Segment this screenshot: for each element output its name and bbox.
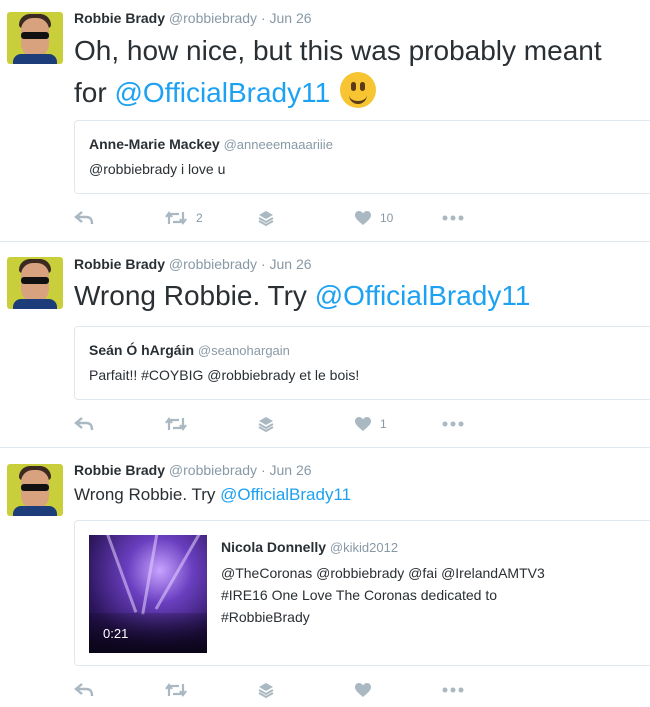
heart-icon (355, 683, 371, 697)
mention-link[interactable]: @OfficialBrady11 (114, 77, 330, 108)
tweet-text-prefix: Wrong Robbie. Try (74, 280, 315, 311)
quote-text-line: #IRE16 One Love The Coronas dedicated to (221, 587, 498, 603)
tweet-text-line-1: Oh, how nice, but this was probably mean… (74, 35, 602, 66)
like-count: 10 (380, 211, 394, 225)
more-button[interactable] (442, 680, 464, 700)
heart-icon (355, 417, 371, 431)
separator-dot: · (260, 462, 266, 478)
quote-header: Seán Ó hArgáin @seanohargain (89, 342, 290, 358)
quote-author-handle: @kikid2012 (329, 540, 399, 555)
tweet-text: Wrong Robbie. Try @OfficialBrady11 (74, 278, 530, 314)
stack-icon (258, 211, 274, 227)
like-button[interactable]: 1 (354, 414, 387, 434)
more-icon (442, 421, 464, 427)
author-handle[interactable]: @robbiebrady (169, 256, 257, 272)
quoted-tweet[interactable]: 0:21 Nicola Donnelly @kikid2012 @TheCoro… (74, 520, 650, 666)
reply-icon (74, 417, 94, 431)
quote-author-handle: @seanohargain (197, 343, 290, 358)
video-thumbnail[interactable]: 0:21 (89, 535, 207, 653)
more-button[interactable] (442, 208, 464, 228)
like-count: 1 (380, 417, 387, 431)
tweet-text-prefix: for (74, 77, 115, 108)
stack-icon (258, 417, 274, 433)
separator-dot: · (260, 256, 266, 272)
more-button[interactable] (442, 414, 464, 434)
author-name[interactable]: Robbie Brady (74, 10, 165, 26)
stack-icon (258, 683, 274, 699)
more-icon (442, 215, 464, 221)
tweet-actions: 1 (74, 414, 494, 434)
avatar[interactable] (7, 464, 63, 516)
tweet-date[interactable]: Jun 26 (270, 10, 312, 26)
quote-text-line: #RobbieBrady (221, 609, 310, 625)
quote-author-name: Anne-Marie Mackey (89, 136, 220, 152)
retweet-icon (165, 211, 187, 225)
quote-text-line: @TheCoronas @robbiebrady @fai @IrelandAM… (221, 565, 545, 581)
like-button[interactable]: 10 (354, 208, 393, 228)
video-duration: 0:21 (103, 626, 129, 641)
quoted-tweet[interactable]: Anne-Marie Mackey @anneeemaaariiie @robb… (74, 120, 650, 194)
reply-button[interactable] (74, 414, 94, 434)
stack-button[interactable] (257, 680, 275, 700)
tweet-3[interactable]: Robbie Brady @robbiebrady · Jun 26 Wrong… (0, 448, 650, 707)
tweet-text-line-2: for @OfficialBrady11 (74, 72, 602, 114)
author-name[interactable]: Robbie Brady (74, 256, 165, 272)
tweet-1[interactable]: Robbie Brady @robbiebrady · Jun 26 Oh, h… (0, 0, 650, 242)
tweet-text: Oh, how nice, but this was probably mean… (74, 30, 602, 114)
mention-link[interactable]: @OfficialBrady11 (315, 280, 531, 311)
quote-text: @robbiebrady i love u (89, 161, 226, 177)
reply-button[interactable] (74, 680, 94, 700)
retweet-button[interactable] (164, 680, 188, 700)
stack-button[interactable] (257, 414, 275, 434)
heart-icon (355, 211, 371, 225)
like-button[interactable] (354, 680, 372, 700)
author-handle[interactable]: @robbiebrady (169, 10, 257, 26)
tweet-header: Robbie Brady @robbiebrady · Jun 26 (74, 10, 312, 26)
tweet-header: Robbie Brady @robbiebrady · Jun 26 (74, 256, 312, 272)
stack-button[interactable] (257, 208, 275, 228)
tweet-actions: 2 10 (74, 208, 494, 228)
avatar[interactable] (7, 12, 63, 64)
retweet-button[interactable] (164, 414, 188, 434)
quoted-tweet[interactable]: Seán Ó hArgáin @seanohargain Parfait!! #… (74, 326, 650, 400)
retweet-icon (165, 417, 187, 431)
quote-text: Parfait!! #COYBIG @robbiebrady et le boi… (89, 367, 360, 383)
avatar[interactable] (7, 257, 63, 309)
tweet-actions (74, 680, 494, 700)
tweet-date[interactable]: Jun 26 (270, 256, 312, 272)
quote-header: Nicola Donnelly @kikid2012 (221, 539, 398, 555)
separator-dot: · (260, 10, 266, 26)
retweet-icon (165, 683, 187, 697)
quote-author-name: Nicola Donnelly (221, 539, 327, 555)
quote-author-handle: @anneeemaaariiie (223, 137, 333, 152)
quote-header: Anne-Marie Mackey @anneeemaaariiie (89, 136, 333, 152)
smiley-emoji (340, 72, 377, 108)
author-handle[interactable]: @robbiebrady (169, 462, 257, 478)
tweet-2[interactable]: Robbie Brady @robbiebrady · Jun 26 Wrong… (0, 242, 650, 448)
retweet-button[interactable]: 2 (164, 208, 203, 228)
mention-link[interactable]: @OfficialBrady11 (220, 485, 351, 504)
quote-text: @TheCoronas @robbiebrady @fai @IrelandAM… (221, 562, 545, 628)
retweet-count: 2 (196, 211, 203, 225)
reply-icon (74, 211, 94, 225)
reply-button[interactable] (74, 208, 94, 228)
author-name[interactable]: Robbie Brady (74, 462, 165, 478)
tweet-header: Robbie Brady @robbiebrady · Jun 26 (74, 462, 312, 478)
tweet-date[interactable]: Jun 26 (270, 462, 312, 478)
tweet-text-prefix: Wrong Robbie. Try (74, 485, 221, 504)
more-icon (442, 687, 464, 693)
tweet-text: Wrong Robbie. Try @OfficialBrady11 (74, 484, 351, 506)
quote-author-name: Seán Ó hArgáin (89, 342, 195, 358)
reply-icon (74, 683, 94, 697)
